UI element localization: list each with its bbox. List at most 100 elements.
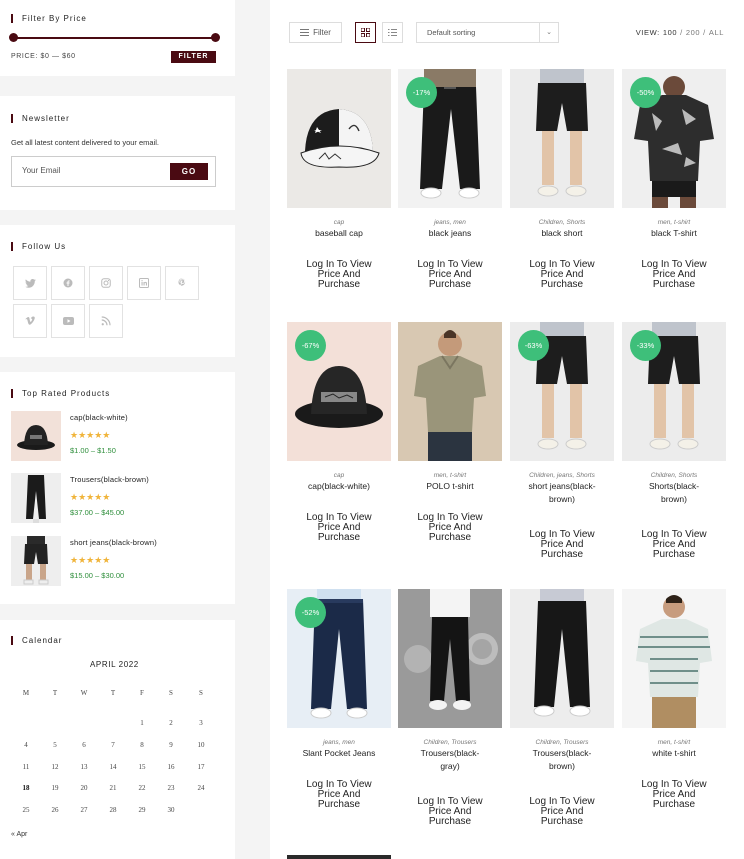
email-input[interactable]: [22, 166, 162, 175]
product-thumbnail[interactable]: [11, 411, 61, 461]
product-categories[interactable]: Children, Shorts: [510, 219, 614, 226]
product-categories[interactable]: cap: [287, 472, 391, 479]
product-categories[interactable]: Children, Trousers: [398, 739, 502, 746]
top-rated-item[interactable]: short jeans(black-brown) ★★★★★ $15.00 – …: [11, 536, 226, 588]
product-categories[interactable]: Children, Shorts: [622, 472, 726, 479]
product-categories[interactable]: cap: [287, 219, 391, 226]
calendar-weekday: S: [199, 689, 203, 697]
product-thumbnail[interactable]: [11, 536, 61, 586]
price-slider-min-handle[interactable]: [9, 33, 18, 42]
product-name[interactable]: white t-shirt: [622, 747, 726, 760]
product-categories[interactable]: Children, Trousers: [510, 739, 614, 746]
login-to-view-price-link[interactable]: Log In To View Price And Purchase: [398, 260, 502, 290]
product-name[interactable]: baseball cap: [287, 227, 391, 240]
product-name[interactable]: black jeans: [398, 227, 502, 240]
calendar-widget: Calendar: [0, 620, 235, 859]
product-image-partial[interactable]: [287, 855, 391, 859]
price-range: $37.00 – $45.00: [70, 508, 125, 517]
product-name[interactable]: black T-shirt: [622, 227, 726, 240]
product-name[interactable]: POLO t-shirt: [398, 480, 502, 493]
top-rated-item[interactable]: Trousers(black-brown) ★★★★★ $37.00 – $45…: [11, 473, 226, 525]
login-to-view-price-link[interactable]: Log In To View Price And Purchase: [398, 513, 502, 543]
product-name[interactable]: short jeans(black-brown): [510, 480, 614, 506]
login-to-view-price-link[interactable]: Log In To View Price And Purchase: [287, 260, 391, 290]
pinterest-icon[interactable]: [165, 266, 199, 300]
instagram-icon[interactable]: [89, 266, 123, 300]
login-to-view-price-link[interactable]: Log In To View Price And Purchase: [622, 780, 726, 810]
list-view-button[interactable]: [382, 22, 403, 43]
product-categories[interactable]: men, t-shirt: [398, 472, 502, 479]
calendar-day: 26: [51, 806, 59, 814]
product-name[interactable]: Slant Pocket Jeans: [287, 747, 391, 760]
linkedin-icon[interactable]: [127, 266, 161, 300]
calendar-day: 21: [109, 784, 117, 792]
product-image[interactable]: [510, 69, 614, 208]
newsletter-widget: Newsletter: [0, 96, 235, 210]
filter-toggle-button[interactable]: Filter: [289, 22, 342, 43]
product-name[interactable]: Trousers(black-gray): [398, 747, 502, 773]
facebook-icon[interactable]: [51, 266, 85, 300]
login-to-view-price-link[interactable]: Log In To View Price And Purchase: [510, 797, 614, 827]
product-thumbnail[interactable]: [11, 473, 61, 523]
calendar-day: 27: [80, 806, 88, 814]
product-name[interactable]: Trousers(black-brown): [510, 747, 614, 773]
view-all-link[interactable]: ALL: [709, 28, 724, 37]
calendar-day: 1: [140, 719, 144, 727]
login-to-view-price-link[interactable]: Log In To View Price And Purchase: [510, 260, 614, 290]
calendar-day: 28: [109, 806, 117, 814]
login-to-view-price-link[interactable]: Log In To View Price And Purchase: [287, 780, 391, 810]
login-to-view-price-link[interactable]: Log In To View Price And Purchase: [622, 260, 726, 290]
products-per-page: VIEW: 100 / 200 / ALL: [636, 28, 724, 37]
product-categories[interactable]: jeans, men: [287, 739, 391, 746]
product-name[interactable]: Trousers(black-brown): [70, 475, 149, 484]
view-100-link[interactable]: 100: [663, 28, 677, 37]
calendar-weekday: S: [169, 689, 173, 697]
product-categories[interactable]: men, t-shirt: [622, 739, 726, 746]
product-categories[interactable]: jeans, men: [398, 219, 502, 226]
login-to-view-price-link[interactable]: Log In To View Price And Purchase: [622, 530, 726, 560]
vimeo-icon[interactable]: [13, 304, 47, 338]
product-name[interactable]: cap(black-white): [70, 413, 128, 422]
sale-badge: -52%: [295, 597, 326, 628]
view-200-link[interactable]: 200: [686, 28, 700, 37]
sort-select[interactable]: Default sorting ⌄: [416, 22, 559, 43]
login-to-view-price-link[interactable]: Log In To View Price And Purchase: [398, 797, 502, 827]
calendar-day: 7: [111, 741, 115, 749]
product-image[interactable]: [287, 69, 391, 208]
go-button[interactable]: GO: [170, 163, 208, 180]
login-to-view-price-link[interactable]: Log In To View Price And Purchase: [287, 513, 391, 543]
price-range: $15.00 – $30.00: [70, 571, 125, 580]
product-image[interactable]: [510, 589, 614, 728]
product-categories[interactable]: Children, jeans, Shorts: [510, 472, 614, 479]
rss-icon[interactable]: [89, 304, 123, 338]
login-to-view-price-link[interactable]: Log In To View Price And Purchase: [510, 530, 614, 560]
filter-button[interactable]: FILTER: [171, 51, 216, 63]
price-slider-max-handle[interactable]: [211, 33, 220, 42]
product-name[interactable]: cap(black-white): [287, 480, 391, 493]
calendar-day: 16: [167, 763, 175, 771]
sale-badge: -17%: [406, 77, 437, 108]
view-separator: /: [703, 28, 706, 37]
product-name[interactable]: short jeans(black-brown): [70, 538, 157, 547]
top-rated-item[interactable]: cap(black-white) ★★★★★ $1.00 – $1.50: [11, 411, 226, 463]
price-slider[interactable]: [9, 33, 220, 42]
calendar-weekday: T: [52, 689, 58, 697]
product-image[interactable]: [622, 589, 726, 728]
chevron-down-icon[interactable]: ⌄: [539, 23, 558, 42]
calendar-prev-link[interactable]: « Apr: [11, 831, 27, 838]
calendar-weekday: F: [140, 689, 144, 697]
product-image[interactable]: [398, 322, 502, 461]
calendar-day: 9: [169, 741, 173, 749]
calendar-day: 30: [167, 806, 175, 814]
product-name[interactable]: black short: [510, 227, 614, 240]
calendar-day: 18: [22, 784, 30, 792]
product-image[interactable]: [398, 589, 502, 728]
product-categories[interactable]: men, t-shirt: [622, 219, 726, 226]
grid-view-button[interactable]: [355, 22, 376, 43]
product-name[interactable]: Shorts(black-brown): [622, 480, 726, 506]
calendar-day: 23: [167, 784, 175, 792]
calendar-day: 25: [22, 806, 30, 814]
twitter-icon[interactable]: [13, 266, 47, 300]
calendar-day: 14: [109, 763, 117, 771]
youtube-icon[interactable]: [51, 304, 85, 338]
